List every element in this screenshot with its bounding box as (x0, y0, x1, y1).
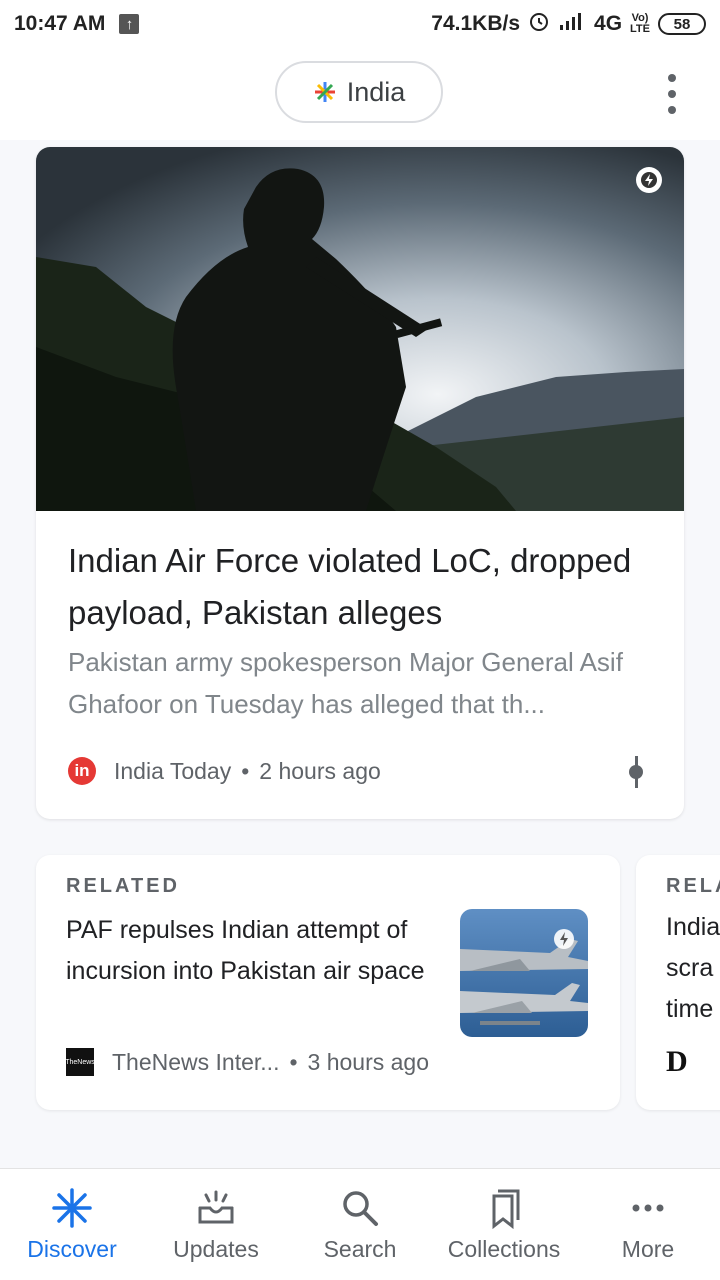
nav-discover[interactable]: Discover (2, 1186, 142, 1263)
related-meta: TheNews TheNews Inter... • 3 hours ago (65, 1045, 586, 1079)
more-icon (632, 1204, 664, 1212)
status-bar: 10:47 AM ↑ 74.1KB/s 4G Vo) LTE 58 (0, 0, 720, 48)
app-header: India (0, 48, 720, 140)
search-icon (343, 1191, 378, 1226)
nav-collections-label: Collections (447, 1236, 561, 1262)
story-source: India Today (114, 757, 232, 784)
peek-title-line: time (666, 995, 714, 1023)
alarm-icon (528, 10, 550, 38)
thenews-logo-icon: TheNews (65, 1048, 95, 1076)
related-label: RELATED (66, 875, 180, 897)
volte-icon: Vo) LTE (630, 13, 650, 35)
overflow-menu-icon[interactable] (664, 74, 680, 114)
story-options-icon[interactable] (628, 755, 644, 789)
google-spark-icon (314, 82, 335, 102)
network-type: 4G (594, 12, 623, 35)
nav-collections[interactable]: Collections (434, 1186, 574, 1263)
top-story-card[interactable]: Indian Air Force violated LoC, dropped p… (36, 147, 684, 819)
story-hero-image (36, 147, 684, 511)
meta-separator: • (241, 757, 250, 784)
bottom-navigation: Discover Updates Search Collections More (0, 1168, 720, 1280)
nav-search[interactable]: Search (290, 1186, 430, 1263)
upload-notification-icon: ↑ (119, 14, 140, 34)
story-title[interactable]: Indian Air Force violated LoC, dropped p… (68, 535, 658, 639)
net-speed: 74.1KB/s (431, 12, 521, 35)
india-today-logo-icon: in (68, 757, 96, 785)
related-story-card[interactable]: RELATED PAF repulses Indian attempt of i… (36, 855, 620, 1110)
story-snippet: Pakistan army spokesperson Major General… (68, 647, 623, 719)
meta-separator: • (289, 1048, 298, 1075)
dawn-logo-icon: D (666, 1045, 688, 1078)
nav-more[interactable]: More (578, 1186, 718, 1263)
story-time: 2 hours ago (259, 757, 381, 784)
story-meta: in India Today • 2 hours ago (68, 753, 658, 789)
related-label: RELA (666, 875, 720, 897)
volte-bottom: LTE (630, 23, 650, 35)
battery-icon: 58 (658, 13, 706, 35)
related-source: TheNews Inter... (112, 1048, 280, 1075)
related-story-card-next[interactable]: RELA India scra time D (636, 855, 720, 1110)
status-time: 10:47 AM (14, 12, 106, 35)
nav-updates[interactable]: Updates (146, 1186, 286, 1263)
battery-level: 58 (673, 15, 691, 33)
related-title[interactable]: PAF repulses Indian attempt of incursion… (66, 910, 436, 992)
related-time: 3 hours ago (307, 1048, 430, 1075)
peek-title-line: India (666, 913, 720, 941)
location-label: India (346, 76, 406, 107)
related-thumbnail (460, 909, 588, 1037)
nav-discover-label: Discover (27, 1236, 117, 1262)
peek-title-line: scra (666, 954, 714, 982)
updates-icon (198, 1190, 234, 1224)
nav-search-label: Search (323, 1236, 397, 1262)
nav-more-label: More (621, 1236, 675, 1262)
location-chip[interactable]: India (275, 61, 443, 123)
signal-icon (558, 11, 586, 37)
discover-icon (52, 1188, 92, 1228)
nav-updates-label: Updates (173, 1236, 259, 1262)
collections-icon (492, 1189, 520, 1230)
amp-badge-icon (636, 167, 662, 193)
